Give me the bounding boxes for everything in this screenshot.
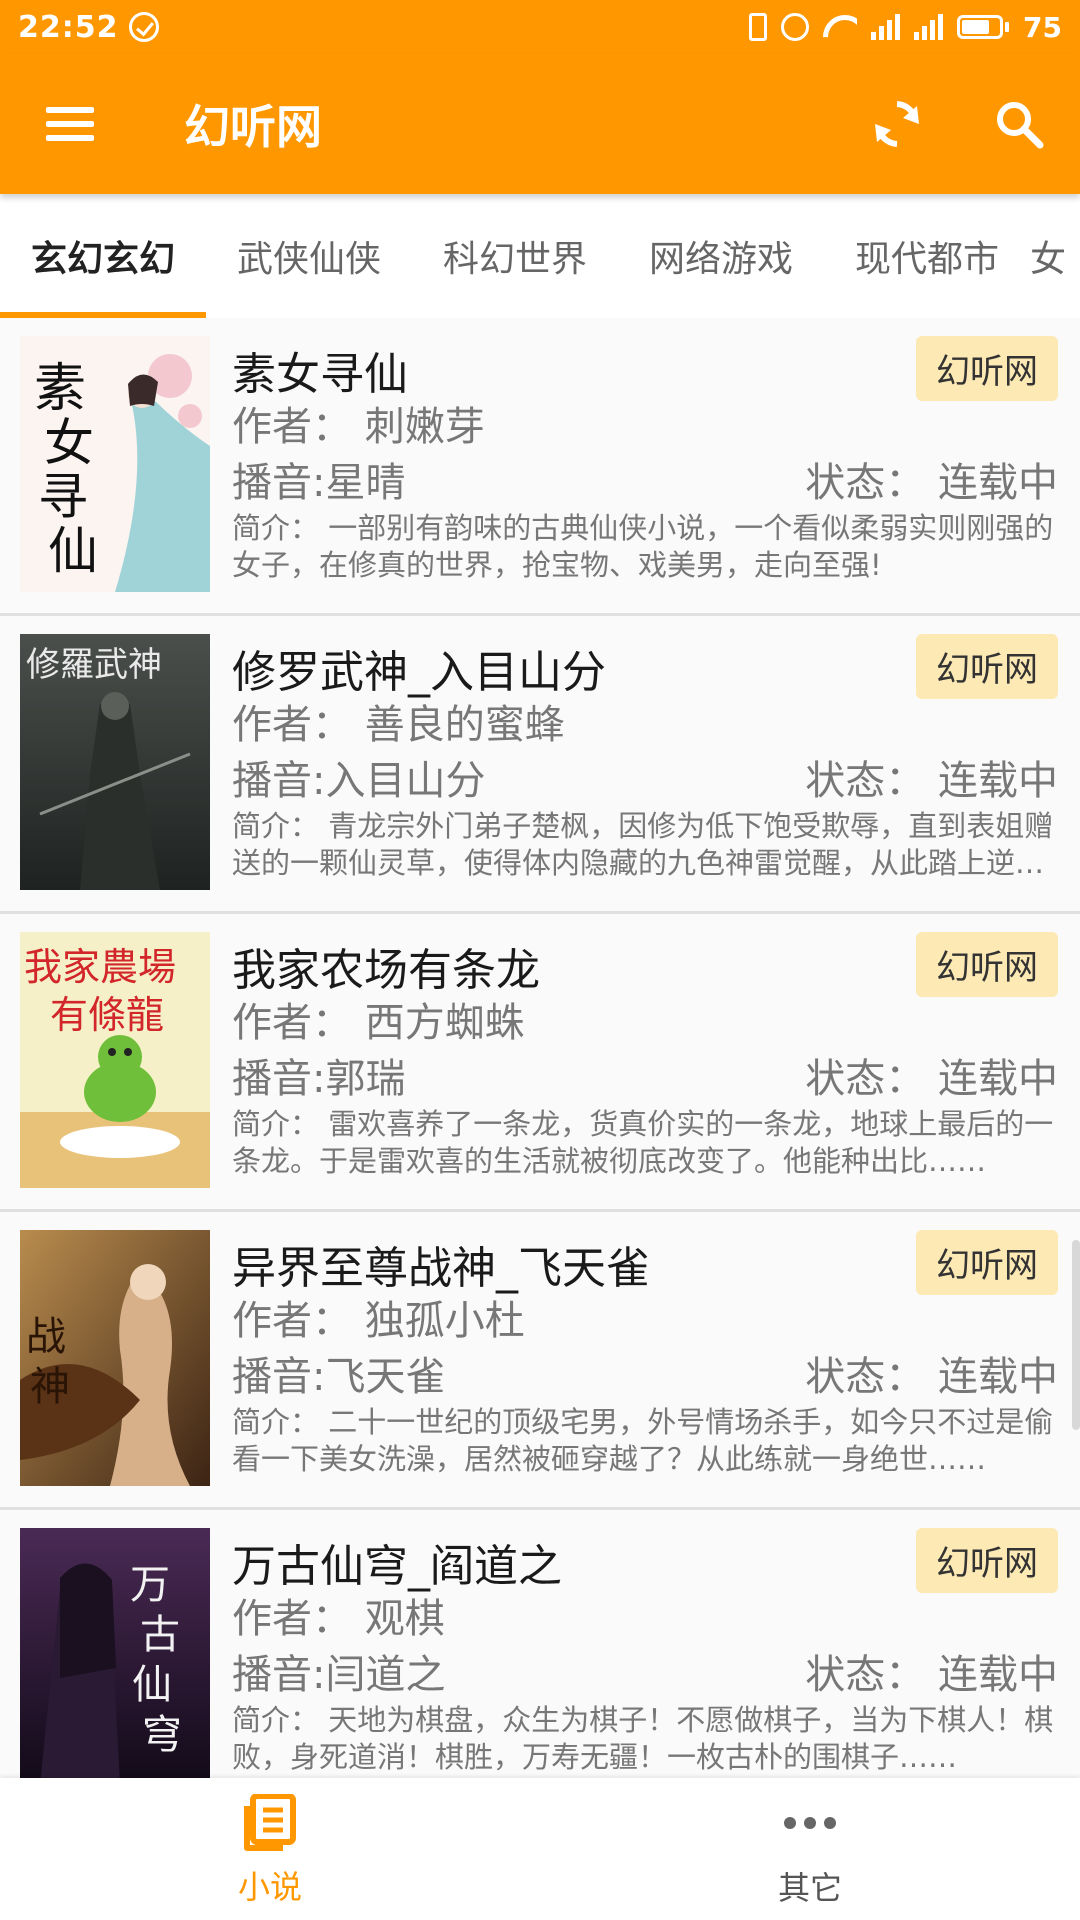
svg-text:战: 战 — [26, 1314, 66, 1360]
tab-urban[interactable]: 现代都市 — [824, 194, 1030, 318]
wifi-icon — [823, 15, 857, 39]
book-item[interactable]: 我家農場 有條龍 我家农场有条龙 幻听网 作者： 西方蜘蛛 播音:郭瑞 状态： … — [0, 914, 1080, 1212]
more-dots-icon — [784, 1793, 836, 1853]
svg-text:寻: 寻 — [38, 468, 88, 526]
refresh-button[interactable] — [836, 54, 958, 194]
tab-female[interactable]: 女 — [1030, 194, 1074, 318]
svg-text:女: 女 — [44, 414, 94, 472]
hamburger-menu-icon — [46, 107, 94, 141]
tab-online-game[interactable]: 网络游戏 — [618, 194, 824, 318]
svg-text:仙: 仙 — [48, 522, 98, 580]
book-narrator: 播音:星晴 — [232, 460, 406, 506]
book-title: 修罗武神_入目山分 — [232, 647, 606, 698]
nav-novels[interactable]: 小说 — [0, 1778, 540, 1920]
book-item[interactable]: 修羅武神 修罗武神_入目山分 幻听网 作者： 善良的蜜蜂 播音:入目山分 状态：… — [0, 616, 1080, 914]
book-narrator: 播音:飞天雀 — [232, 1354, 446, 1400]
book-narrator: 播音:闫道之 — [232, 1652, 446, 1698]
book-intro: 简介： 天地为棋盘，众生为棋子！不愿做棋子，当为下棋人！棋败，身死道消！棋胜，万… — [232, 1703, 1054, 1774]
book-title: 万古仙穹_阎道之 — [232, 1541, 562, 1592]
vibrate-icon — [749, 13, 768, 41]
book-author: 作者： 西方蜘蛛 — [232, 1000, 525, 1046]
book-status: 状态： 连载中 — [805, 758, 1058, 804]
svg-text:神: 神 — [30, 1364, 70, 1410]
book-intro: 简介： 青龙宗外门弟子楚枫，因修为低下饱受欺辱，直到表姐赠送的一颗仙灵草，使得体… — [232, 809, 1054, 880]
book-title: 素女寻仙 — [232, 349, 408, 400]
sync-check-icon — [128, 12, 159, 42]
svg-text:万: 万 — [130, 1562, 170, 1608]
battery-icon — [957, 15, 1010, 39]
svg-text:素: 素 — [34, 359, 86, 419]
book-author: 作者： 善良的蜜蜂 — [232, 702, 565, 748]
svg-text:仙: 仙 — [132, 1662, 172, 1708]
book-intro: 简介： 二十一世纪的顶级宅男，外号情场杀手，如今只不过是偷看一下美女洗澡，居然被… — [232, 1405, 1054, 1476]
source-badge: 幻听网 — [916, 1230, 1058, 1295]
status-icons: 75 — [749, 11, 1062, 44]
book-cover: 战 神 — [20, 1230, 210, 1486]
book-author: 作者： 刺嫩芽 — [232, 404, 485, 450]
svg-text:有條龍: 有條龍 — [50, 993, 164, 1037]
tab-wuxia[interactable]: 武侠仙侠 — [206, 194, 412, 318]
book-narrator: 播音:郭瑞 — [232, 1056, 406, 1102]
book-title: 异界至尊战神_飞天雀 — [232, 1243, 650, 1294]
svg-text:穹: 穹 — [142, 1712, 182, 1758]
svg-text:我家農場: 我家農場 — [24, 945, 176, 989]
book-list-icon — [244, 1794, 296, 1851]
book-cover: 万 古 仙 穹 — [20, 1528, 210, 1778]
alarm-icon — [781, 13, 810, 41]
book-cover: 素 女 寻 仙 — [20, 336, 210, 592]
refresh-icon — [875, 101, 919, 147]
book-status: 状态： 连载中 — [805, 460, 1058, 506]
status-time: 22:52 — [18, 9, 119, 45]
book-author: 作者： 独孤小杜 — [232, 1298, 525, 1344]
book-status: 状态： 连载中 — [805, 1354, 1058, 1400]
signal-4g-icon — [871, 14, 901, 40]
nav-other[interactable]: 其它 — [540, 1778, 1080, 1920]
svg-text:古: 古 — [140, 1612, 180, 1658]
search-icon — [997, 102, 1044, 149]
book-intro: 简介： 一部别有韵味的古典仙侠小说，一个看似柔弱实则刚强的女子，在修真的世界，抢… — [232, 511, 1054, 582]
book-intro: 简介： 雷欢喜养了一条龙，货真价实的一条龙，地球上最后的一条龙。于是雷欢喜的生活… — [232, 1107, 1054, 1178]
source-badge: 幻听网 — [916, 634, 1058, 699]
nav-other-label: 其它 — [777, 1869, 842, 1907]
svg-text:修羅武神: 修羅武神 — [26, 645, 162, 685]
book-title: 我家农场有条龙 — [232, 945, 540, 996]
category-tabs: 玄幻玄幻 武侠仙侠 科幻世界 网络游戏 现代都市 女 — [0, 194, 1080, 318]
book-item[interactable]: 战 神 异界至尊战神_飞天雀 幻听网 作者： 独孤小杜 播音:飞天雀 状态： 连… — [0, 1212, 1080, 1510]
signal-icon — [914, 14, 944, 40]
book-list: 素 女 寻 仙 素女寻仙 幻听网 作者： 刺嫩芽 播音:星晴 状态： 连载中 简… — [0, 318, 1080, 1778]
book-cover: 我家農場 有條龍 — [20, 932, 210, 1188]
battery-level: 75 — [1023, 10, 1062, 44]
book-item[interactable]: 万 古 仙 穹 万古仙穹_阎道之 幻听网 作者： 观棋 播音:闫道之 状态： 连… — [0, 1510, 1080, 1778]
nav-novels-label: 小说 — [237, 1868, 302, 1906]
source-badge: 幻听网 — [916, 932, 1058, 997]
search-button[interactable] — [958, 54, 1080, 194]
scrollbar-thumb[interactable] — [1072, 1240, 1080, 1430]
book-narrator: 播音:入目山分 — [232, 758, 486, 804]
app-bar: 幻听网 — [0, 54, 1080, 194]
book-status: 状态： 连载中 — [805, 1652, 1058, 1698]
tab-xuanhuan[interactable]: 玄幻玄幻 — [0, 194, 206, 318]
book-item[interactable]: 素 女 寻 仙 素女寻仙 幻听网 作者： 刺嫩芽 播音:星晴 状态： 连载中 简… — [0, 318, 1080, 616]
app-title: 幻听网 — [184, 100, 322, 154]
book-cover: 修羅武神 — [20, 634, 210, 890]
source-badge: 幻听网 — [916, 1528, 1058, 1593]
book-author: 作者： 观棋 — [232, 1596, 445, 1642]
menu-button[interactable] — [0, 54, 140, 194]
source-badge: 幻听网 — [916, 336, 1058, 401]
bottom-nav: 小说 其它 — [0, 1778, 1080, 1920]
status-bar: 22:52 75 — [0, 0, 1080, 54]
book-status: 状态： 连载中 — [805, 1056, 1058, 1102]
tab-scifi[interactable]: 科幻世界 — [412, 194, 618, 318]
